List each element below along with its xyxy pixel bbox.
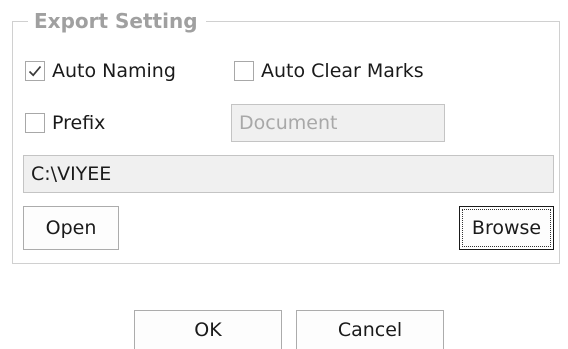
ok-button-label: OK xyxy=(194,319,222,341)
browse-button-label: Browse xyxy=(471,217,542,239)
auto-clear-marks-checkbox[interactable]: Auto Clear Marks xyxy=(234,57,424,85)
ok-button[interactable]: OK xyxy=(134,310,282,349)
open-button-label: Open xyxy=(45,217,97,239)
auto-naming-checkbox[interactable]: Auto Naming xyxy=(25,57,176,85)
auto-clear-marks-checkbox-box[interactable] xyxy=(234,61,254,81)
prefix-checkbox-box[interactable] xyxy=(25,113,45,133)
auto-clear-marks-label: Auto Clear Marks xyxy=(261,60,424,82)
prefix-input[interactable]: Document xyxy=(231,104,445,142)
auto-naming-checkbox-box[interactable] xyxy=(25,61,45,81)
auto-naming-label: Auto Naming xyxy=(52,60,176,82)
checkmark-icon xyxy=(28,65,42,77)
export-path-input[interactable]: C:\VIYEE xyxy=(23,155,554,193)
open-button[interactable]: Open xyxy=(23,206,119,250)
export-setting-title: Export Setting xyxy=(28,9,206,33)
prefix-checkbox[interactable]: Prefix xyxy=(25,109,105,137)
browse-button[interactable]: Browse xyxy=(459,206,554,250)
prefix-label: Prefix xyxy=(52,112,106,134)
cancel-button-label: Cancel xyxy=(337,319,403,341)
cancel-button[interactable]: Cancel xyxy=(296,310,444,349)
